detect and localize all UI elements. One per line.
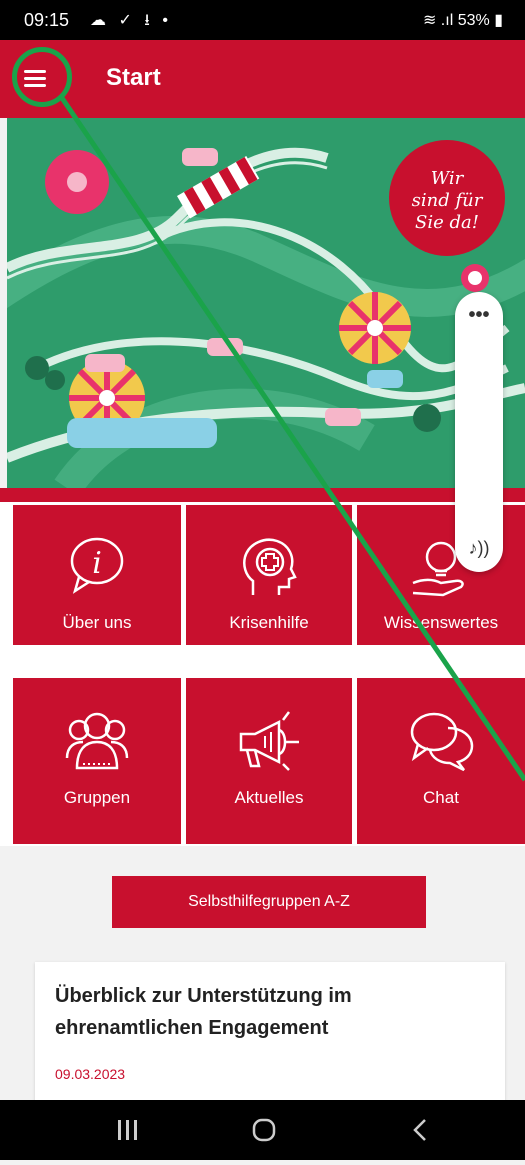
nav-buttons: [118, 1118, 426, 1142]
home-icon[interactable]: [252, 1118, 276, 1142]
annotation-line: [59, 96, 525, 782]
recent-apps-icon[interactable]: [118, 1120, 137, 1140]
back-icon[interactable]: [413, 1119, 426, 1141]
system-nav-bar: [0, 1100, 525, 1160]
